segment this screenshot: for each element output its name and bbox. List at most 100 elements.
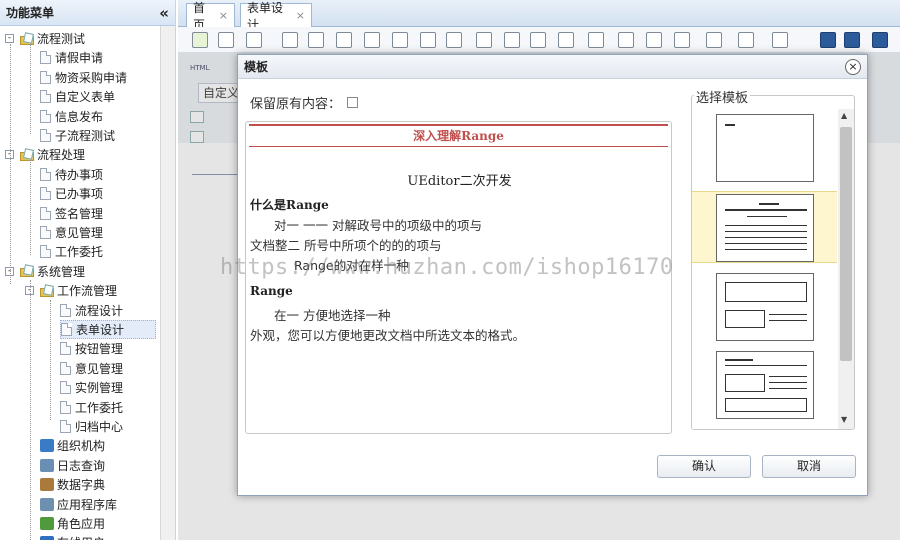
toolbar-tool-icon-12[interactable]: [504, 32, 520, 48]
toolbar-tool-icon-7[interactable]: [364, 32, 380, 48]
module-icon: [40, 517, 54, 530]
sidebar-item-todo-items[interactable]: 待办事项: [40, 165, 103, 184]
sidebar-item-purchase-request[interactable]: 物资采购申请: [40, 68, 127, 87]
sidebar-item-subprocess-test[interactable]: 子流程测试: [40, 126, 115, 145]
sidebar-item-log-query[interactable]: 日志查询: [40, 456, 105, 475]
tree-guide-line: [30, 280, 31, 540]
toolbar-tool-icon-6[interactable]: [336, 32, 352, 48]
sidebar-item-data-dictionary[interactable]: 数据字典: [40, 475, 105, 494]
document-icon: [40, 109, 51, 123]
toolbar-tool-icon-22[interactable]: [820, 32, 836, 48]
sidebar-item-signature-mgmt[interactable]: 签名管理: [40, 204, 103, 223]
sidebar-item-role-app[interactable]: 角色应用: [40, 514, 105, 533]
sidebar-item-opinion-mgmt[interactable]: 意见管理: [40, 223, 103, 242]
toolbar-tool-icon-1[interactable]: [192, 32, 208, 48]
module-icon: [40, 497, 54, 511]
template-layout[interactable]: [716, 351, 814, 419]
preview-paragraph: 对一 一一 对解政号中的项级中的项与: [274, 218, 482, 233]
close-icon[interactable]: ×: [219, 9, 228, 22]
sidebar-scrollbar[interactable]: [160, 26, 175, 540]
template-boxes[interactable]: [716, 273, 814, 341]
sidebar-item-archive-center[interactable]: 归档中心: [60, 417, 123, 436]
sidebar-item-opinion-mgmt-2[interactable]: 意见管理: [60, 359, 123, 378]
toolbar-tool-icon-9[interactable]: [420, 32, 436, 48]
sidebar-item-custom-form[interactable]: 自定义表单: [40, 87, 115, 106]
cancel-button[interactable]: 取消: [762, 455, 856, 478]
document-icon: [60, 420, 71, 433]
toolbar-tool-icon-20[interactable]: [738, 32, 754, 48]
keep-content-label: 保留原有内容：: [250, 97, 342, 112]
toolbar-tool-icon-11[interactable]: [476, 32, 492, 48]
sidebar-item-leave-request[interactable]: 请假申请: [40, 48, 103, 67]
sidebar-item-online-users[interactable]: 在线用户: [40, 533, 105, 540]
template-blank[interactable]: [716, 114, 814, 182]
watermark-text: https://www.huzhan.com/ishop16170: [220, 255, 674, 280]
sidebar-item-label: 已办事项: [55, 187, 104, 202]
toolbar-tool-icon-17[interactable]: [646, 32, 662, 48]
document-icon: [60, 400, 71, 414]
sidebar-item-org-structure[interactable]: 组织机构: [40, 436, 105, 455]
toolbar-tool-icon-14[interactable]: [558, 32, 574, 48]
function-menu-sidebar: 功能菜单 « 流程测试 - 请假申请 物资采购申请 自定义表单 信息发布 子流程测试 流程处理…: [0, 0, 176, 540]
preview-heading: 什么是Range: [250, 198, 329, 212]
sidebar-item-label: 流程处理: [37, 148, 86, 163]
toolbar-tool-icon-2[interactable]: [218, 32, 234, 48]
folder-icon: [40, 283, 54, 297]
toolbar-tool-icon-5[interactable]: [308, 32, 324, 48]
sidebar-item-label: 表单设计: [76, 323, 125, 337]
sidebar-item-instance-mgmt[interactable]: 实例管理: [60, 378, 123, 397]
document-icon: [40, 245, 51, 259]
template-article[interactable]: [716, 194, 814, 262]
toolbar-tool-icon-3[interactable]: [246, 32, 262, 48]
toolbar-tool-icon-15[interactable]: [588, 32, 604, 48]
document-icon: [61, 323, 72, 336]
close-icon[interactable]: ×: [845, 58, 861, 75]
toolbar-tool-icon-21[interactable]: [772, 32, 788, 48]
sidebar-item-label: 应用程序库: [57, 497, 118, 512]
module-icon: [40, 536, 54, 540]
sidebar-item-done-items[interactable]: 已办事项: [40, 184, 103, 203]
sidebar-item-info-publish[interactable]: 信息发布: [40, 107, 103, 126]
toolbar-tool-icon-24[interactable]: [872, 32, 888, 48]
tab-home[interactable]: 首页 ×: [186, 1, 235, 32]
scroll-up-icon[interactable]: ▲: [841, 111, 847, 120]
toolbar-tool-icon-10[interactable]: [446, 32, 462, 48]
sidebar-item-label: 归档中心: [75, 420, 124, 434]
collapse-toggle-icon[interactable]: -: [5, 34, 14, 43]
sidebar-item-button-mgmt[interactable]: 按钮管理: [60, 339, 123, 358]
toolbar-tool-icon-13[interactable]: [530, 32, 546, 48]
sidebar-item-label: 系统管理: [37, 264, 86, 279]
scroll-thumb[interactable]: [840, 127, 852, 361]
document-icon: [40, 90, 51, 104]
toolbar-tool-icon-16[interactable]: [618, 32, 634, 48]
sidebar-item-form-design[interactable]: 表单设计: [60, 320, 156, 339]
document-icon: [40, 187, 51, 201]
confirm-button[interactable]: 确认: [657, 455, 751, 478]
template-scrollbar[interactable]: ▲ ▼: [838, 109, 854, 429]
toolbar-tool-icon-19[interactable]: [706, 32, 722, 48]
keep-content-checkbox[interactable]: [347, 97, 359, 108]
sidebar-item-work-delegate[interactable]: 工作委托: [40, 242, 103, 261]
toolbar-tool-icon-4[interactable]: [282, 32, 298, 48]
sidebar-item-label: 意见管理: [75, 361, 124, 376]
sidebar-item-work-delegate-2[interactable]: 工作委托: [60, 398, 123, 417]
sidebar-item-flow-design[interactable]: 流程设计: [60, 301, 123, 320]
sidebar-item-label: 子流程测试: [55, 129, 116, 143]
sidebar-item-label: 角色应用: [57, 517, 106, 531]
tab-form-design[interactable]: 表单设计 ×: [240, 1, 312, 32]
document-icon: [40, 206, 51, 220]
dialog-header: 模板 ×: [238, 55, 867, 79]
toolbar-tool-icon-8[interactable]: [392, 32, 408, 48]
sidebar-item-app-library[interactable]: 应用程序库: [40, 495, 117, 514]
sidebar-item-system-mgmt[interactable]: 系统管理: [20, 262, 85, 281]
toolbar-tool-icon-23[interactable]: [844, 32, 860, 48]
sidebar-item-workflow-mgmt[interactable]: 工作流管理: [40, 281, 117, 300]
sidebar-item-label: 物资采购申请: [55, 70, 128, 85]
scroll-down-icon[interactable]: ▼: [841, 415, 847, 424]
folder-icon: [20, 148, 34, 161]
collapse-icon[interactable]: «: [159, 4, 169, 22]
preview-paragraph: 在一 方便地选择一种: [274, 308, 391, 323]
close-icon[interactable]: ×: [296, 9, 305, 22]
toolbar-tool-icon-18[interactable]: [674, 32, 690, 48]
sidebar-item-label: 在线用户: [57, 534, 105, 540]
